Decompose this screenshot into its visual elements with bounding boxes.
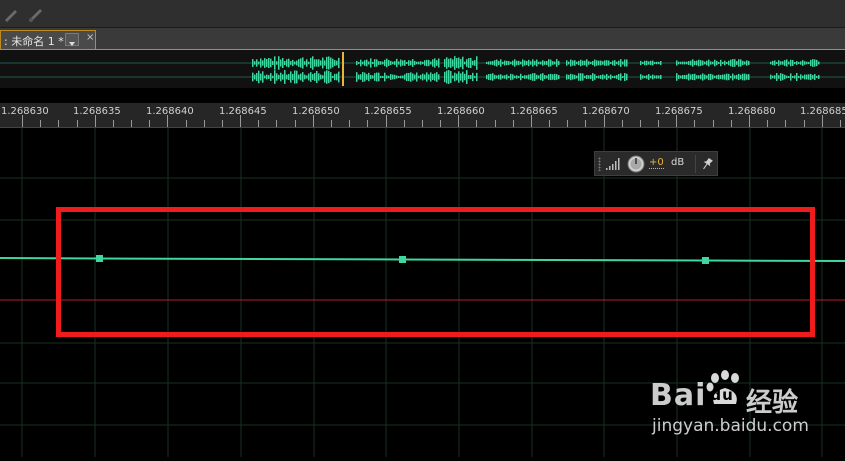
- tab-menu-dropdown[interactable]: [65, 33, 79, 46]
- ruler-label: 1.268650: [292, 106, 340, 117]
- ruler-label: 1.268670: [582, 106, 630, 117]
- ruler-ticks: [22, 115, 841, 127]
- ruler-label: 1.268685: [800, 106, 845, 117]
- ruler-label: 1.268665: [510, 106, 558, 117]
- time-ruler[interactable]: 1.268630 1.268635 1.268640 1.268645 1.26…: [0, 103, 845, 128]
- overview-spacer: [0, 88, 845, 103]
- volume-knob-icon[interactable]: [627, 155, 645, 173]
- gain-value[interactable]: +0: [649, 157, 664, 169]
- top-toolbar: [0, 0, 845, 28]
- ruler-label: 1.268660: [437, 106, 485, 117]
- hud-volume-control[interactable]: +0 dB: [594, 151, 718, 176]
- ruler-label: 1.268680: [728, 106, 776, 117]
- ruler-label: 1.268645: [219, 106, 267, 117]
- highlight-box: [56, 207, 815, 337]
- gain-unit: dB: [671, 157, 685, 168]
- level-meter-icon: [606, 158, 620, 170]
- overview-waveform-display: [0, 52, 845, 86]
- ruler-label: 1.268655: [364, 106, 412, 117]
- ruler-label: 1.268675: [655, 106, 703, 117]
- playhead-marker[interactable]: [342, 52, 344, 86]
- brush-tool-icon[interactable]: [26, 5, 44, 23]
- ruler-label: 1.268630: [1, 106, 49, 117]
- tab-untitled-1[interactable]: : 未命名 1 * ×: [0, 30, 96, 49]
- drag-grip-icon[interactable]: [598, 157, 601, 171]
- ruler-label: 1.268635: [73, 106, 121, 117]
- chevron-down-icon: [69, 42, 75, 46]
- hud-divider: [695, 155, 696, 173]
- tab-label: : 未命名 1 *: [4, 35, 64, 48]
- waveform-overview[interactable]: [0, 50, 845, 88]
- ruler-label: 1.268640: [146, 106, 194, 117]
- tab-close-button[interactable]: ×: [86, 32, 94, 43]
- document-tab-bar: : 未命名 1 * ×: [0, 28, 845, 50]
- pin-icon[interactable]: [701, 157, 713, 171]
- pencil-tool-icon[interactable]: [2, 5, 20, 23]
